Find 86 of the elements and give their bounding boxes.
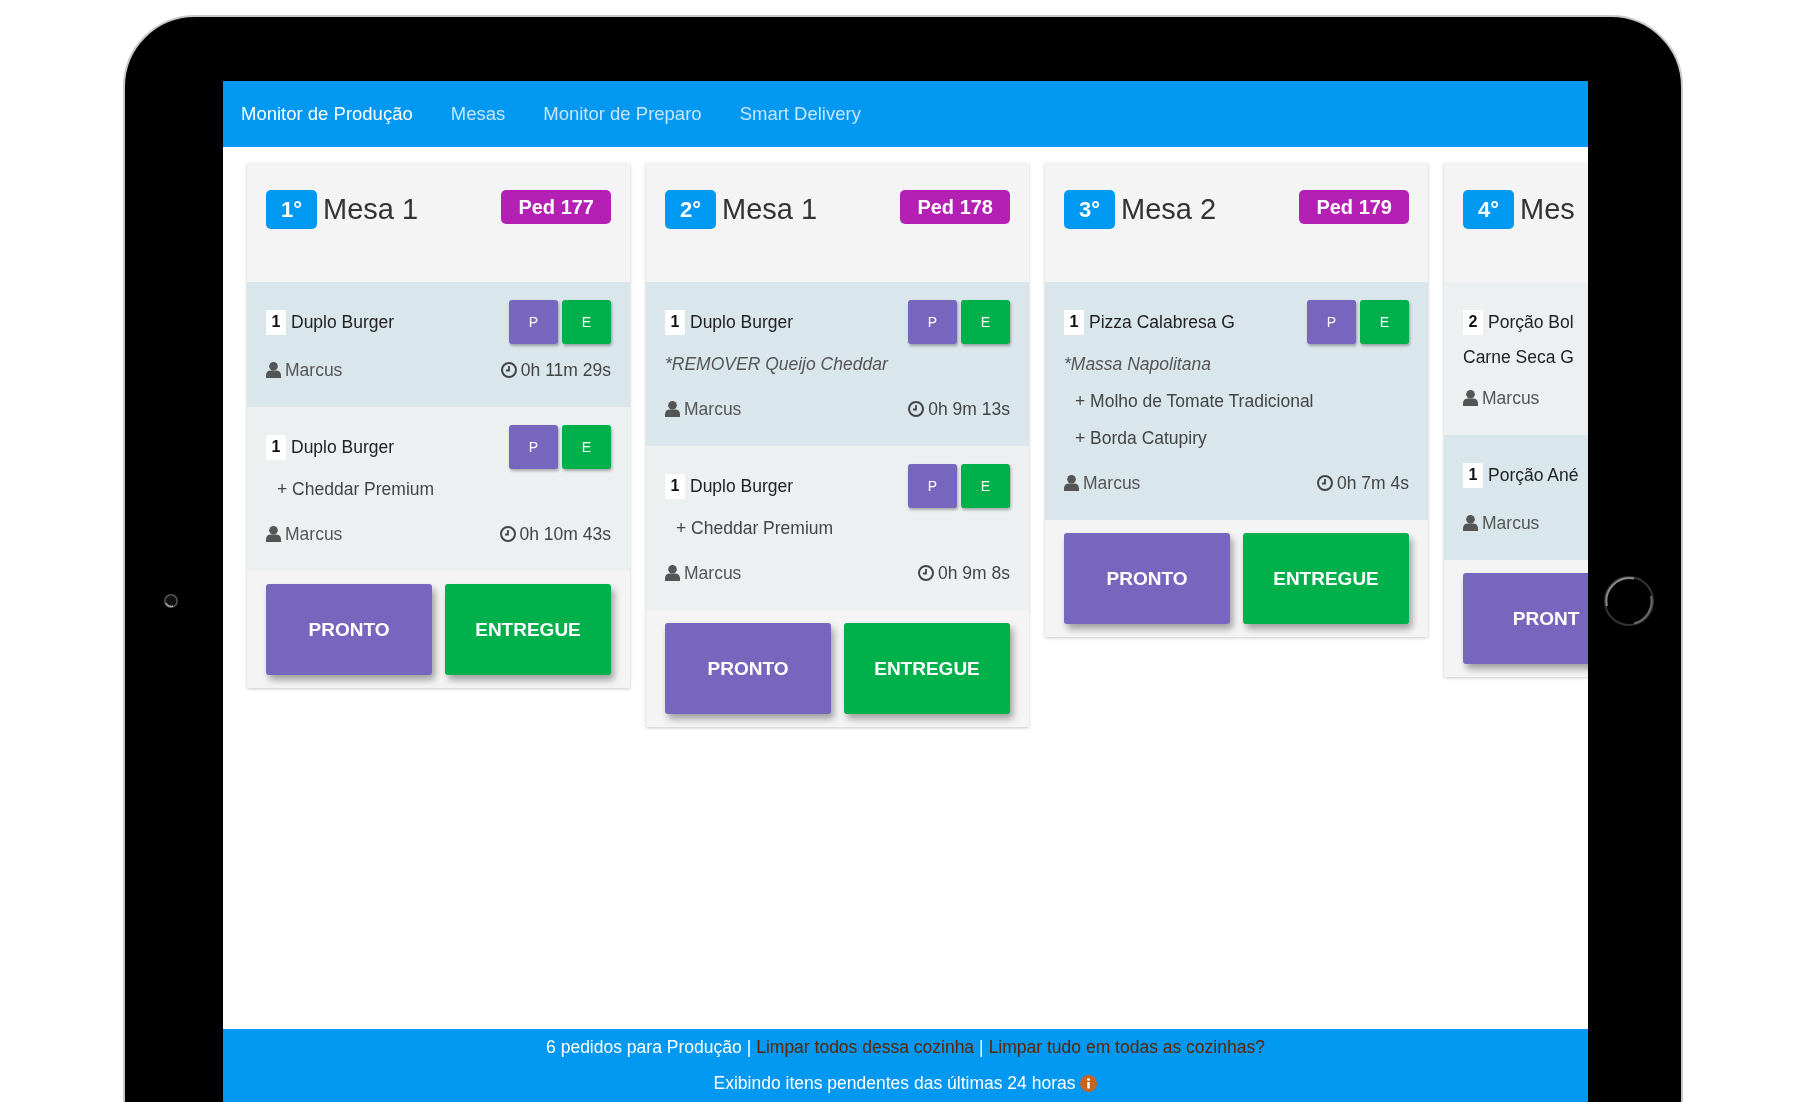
rank-badge: 1°	[266, 190, 317, 229]
item-addon: + Cheddar Premium	[676, 518, 834, 539]
waiter-name: Marcus	[285, 359, 343, 381]
rank-badge: 2°	[665, 190, 716, 229]
ready-small-button[interactable]: P	[509, 300, 558, 344]
nav-tab[interactable]: Mesas	[450, 103, 506, 125]
waiter-name: Marcus	[684, 398, 742, 420]
rank-badge: 3°	[1064, 190, 1115, 229]
delivered-small-button[interactable]: E	[562, 425, 611, 469]
quantity-badge: 1	[266, 434, 286, 460]
delivered-small-button[interactable]: E	[961, 464, 1010, 508]
table-title: Mesa 1	[323, 192, 419, 227]
info-icon	[1080, 1074, 1098, 1092]
waiter-name: Marcus	[1482, 387, 1540, 409]
rank-badge: 4°	[1463, 190, 1514, 229]
delivered-small-button[interactable]: E	[961, 300, 1010, 344]
user-icon	[266, 526, 281, 542]
item-name: Duplo Burger	[291, 311, 395, 333]
quantity-badge: 1	[665, 309, 685, 335]
quantity-badge: 1	[1463, 462, 1483, 488]
elapsed-time: 0h 9m 13s	[928, 398, 1010, 420]
ready-button[interactable]: PRONTO	[665, 623, 831, 714]
user-icon	[1064, 475, 1079, 491]
item-name: Duplo Burger	[690, 311, 794, 333]
order-badge: Ped 178	[900, 190, 1010, 224]
delivered-small-button[interactable]: E	[562, 300, 611, 344]
ready-button[interactable]: PRONTO	[1064, 533, 1230, 624]
separator-text: |	[746, 1036, 752, 1058]
waiter-name: Marcus	[285, 523, 343, 545]
ready-small-button[interactable]: P	[908, 300, 957, 344]
elapsed-time: 0h 11m 29s	[520, 359, 611, 381]
delivered-button[interactable]: ENTREGUE	[445, 584, 611, 675]
item-name: Pizza Calabresa G	[1089, 311, 1235, 333]
ready-small-button[interactable]: P	[509, 425, 558, 469]
quantity-badge: 2	[1463, 309, 1483, 335]
elapsed-time: 0h 10m 43s	[519, 523, 611, 545]
delivered-button[interactable]: ENTREGUE	[1243, 533, 1409, 624]
item-name: Porção Ané	[1488, 464, 1579, 486]
table-title: Mesa 1	[722, 192, 818, 227]
camera-icon	[164, 594, 178, 608]
order-badge: Ped 177	[501, 190, 611, 224]
user-icon	[1463, 390, 1478, 406]
item-note: *REMOVER Queijo Cheddar	[665, 354, 888, 375]
clock-icon	[499, 526, 516, 542]
table-title: Mesa 2	[1121, 192, 1217, 227]
waiter-name: Marcus	[1083, 472, 1141, 494]
nav-tab[interactable]: Smart Delivery	[739, 103, 861, 125]
quantity-badge: 1	[266, 309, 286, 335]
footer-link[interactable]: Limpar tudo em todas as cozinhas?	[988, 1036, 1265, 1058]
delivered-small-button[interactable]: E	[1360, 300, 1409, 344]
user-icon	[1463, 515, 1478, 531]
quantity-badge: 1	[1064, 309, 1084, 335]
footer-link[interactable]: Limpar todos dessa cozinha	[756, 1036, 975, 1058]
waiter-name: Marcus	[1482, 512, 1540, 534]
order-badge: Ped 179	[1299, 190, 1409, 224]
clock-icon	[918, 565, 934, 581]
user-icon	[266, 362, 281, 378]
clock-icon	[1317, 475, 1333, 491]
ready-button[interactable]: PRONTO	[266, 584, 432, 675]
item-name: Duplo Burger	[690, 475, 794, 497]
item-addon: + Molho de Tomate Tradicional	[1075, 391, 1314, 412]
delivered-button[interactable]: ENTREGUE	[844, 623, 1010, 714]
ready-button[interactable]: PRONT	[1463, 573, 1588, 664]
nav-tab[interactable]: Monitor de Produção	[241, 103, 413, 125]
footer-summary: 6 pedidos para Produção	[546, 1036, 742, 1058]
item-addon: + Cheddar Premium	[277, 479, 435, 500]
item-name: Duplo Burger	[291, 436, 395, 458]
ready-small-button[interactable]: P	[1307, 300, 1356, 344]
item-name-continued: Carne Seca G	[1463, 346, 1574, 368]
separator-text: |	[979, 1036, 984, 1058]
nav-tab[interactable]: Monitor de Preparo	[543, 103, 702, 125]
home-button-icon	[1604, 576, 1654, 626]
waiter-name: Marcus	[684, 562, 742, 584]
clock-icon	[908, 401, 925, 417]
ready-small-button[interactable]: P	[908, 464, 957, 508]
elapsed-time: 0h 7m 4s	[1337, 472, 1409, 494]
clock-icon	[500, 362, 517, 378]
item-name: Porção Bol	[1488, 311, 1574, 333]
item-note: *Massa Napolitana	[1064, 354, 1211, 375]
footer-note: Exibindo itens pendentes das últimas 24 horas	[713, 1072, 1076, 1094]
table-title: Mes	[1520, 192, 1575, 227]
elapsed-time: 0h 9m 8s	[938, 562, 1010, 584]
quantity-badge: 1	[665, 473, 685, 499]
user-icon	[665, 401, 680, 417]
item-addon: + Borda Catupiry	[1075, 428, 1207, 449]
user-icon	[665, 565, 680, 581]
